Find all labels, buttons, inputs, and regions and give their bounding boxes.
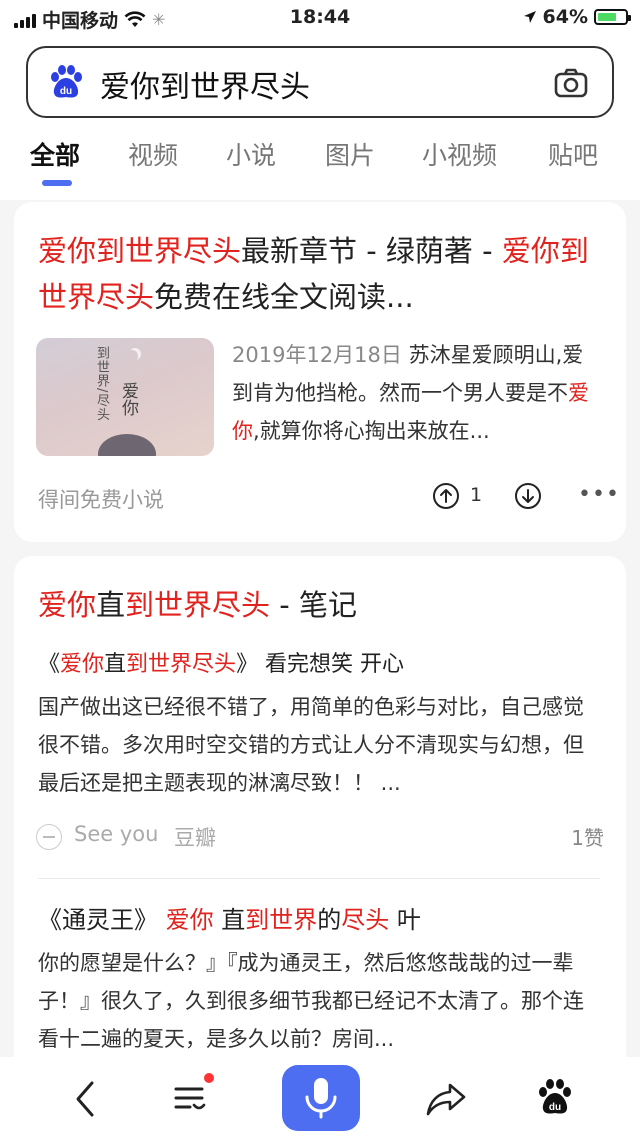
sub-text: 》 看完想笑 开心 — [236, 652, 405, 677]
search-header: du 爱你到世界尽头 全部 视频 小说 图片 小视频 贴吧 — [0, 36, 640, 200]
sub-highlight: 爱你 — [60, 652, 105, 677]
sub-text: 《 — [38, 652, 61, 677]
baidu-home-icon[interactable]: du — [536, 1077, 574, 1117]
result-date: 2019年12月18日 — [232, 343, 402, 367]
active-tab-indicator — [42, 180, 72, 186]
title-text: 直 — [96, 588, 126, 622]
menu-icon[interactable] — [170, 1079, 210, 1119]
title-text: 最新章节 - 绿荫著 - — [241, 234, 502, 268]
status-bar: 中国移动 ✳ 18:44 64% — [0, 0, 640, 36]
bottom-toolbar: du — [0, 1057, 640, 1139]
voice-search-button[interactable] — [282, 1065, 360, 1131]
cover-figure — [98, 434, 156, 456]
source-site[interactable]: 豆瓣 — [174, 822, 216, 852]
result-title[interactable]: 爱你到世界尽头最新章节 - 绿荫著 - 爱你到世界尽头免费在线全文阅读... — [38, 228, 598, 320]
title-text: - 笔记 — [270, 588, 357, 622]
notification-dot — [204, 1073, 214, 1083]
cover-text: 到世界/尽头 — [94, 346, 109, 422]
title-text: 的 — [317, 906, 342, 934]
search-input[interactable]: 爱你到世界尽头 — [100, 62, 310, 106]
snippet-text: ,就算你将心掏出来放在... — [253, 419, 490, 443]
tab-tieba[interactable]: 贴吧 — [548, 136, 598, 172]
thumbs-down-icon[interactable] — [514, 482, 542, 510]
like-count[interactable]: 1赞 — [571, 822, 604, 851]
share-icon[interactable] — [424, 1079, 468, 1119]
author-name[interactable]: See you — [74, 822, 158, 846]
back-icon[interactable] — [70, 1079, 100, 1119]
cover-text-large: 爱你 — [118, 382, 138, 416]
title-text: 《通灵王》 — [38, 906, 166, 934]
svg-text:du: du — [549, 1102, 561, 1113]
baidu-paw-icon[interactable]: du — [46, 62, 86, 102]
tab-video[interactable]: 视频 — [128, 136, 178, 172]
sub-highlight: 到世界尽头 — [126, 652, 237, 677]
title-highlight: 爱你 — [165, 906, 214, 934]
result-card-novel[interactable]: 爱你到世界尽头最新章节 - 绿荫著 - 爱你到世界尽头免费在线全文阅读... 到… — [14, 202, 626, 542]
title-text: 叶 — [389, 906, 421, 934]
sub-result-title[interactable]: 《通灵王》 爱你 直到世界的尽头 叶 — [38, 900, 421, 935]
tab-all[interactable]: 全部 — [30, 136, 80, 172]
tab-images[interactable]: 图片 — [325, 136, 375, 172]
mic-icon — [305, 1078, 337, 1119]
note-body: 国产做出这已经很不错了，用简单的色彩与对比，自己感觉很不错。多次用时空交错的方式… — [38, 695, 584, 795]
more-icon[interactable]: ••• — [578, 482, 620, 507]
battery-icon — [594, 9, 631, 25]
tab-novel[interactable]: 小说 — [226, 136, 276, 172]
upvote-count: 1 — [470, 484, 483, 506]
location-arrow-icon — [523, 11, 536, 23]
sub-result-body: 你的愿望是什么？』『成为通灵王，然后悠悠哉哉的过一辈子！』很久了，久到很多细节我… — [38, 951, 584, 1051]
svg-text:du: du — [60, 86, 72, 97]
title-text: 免费在线全文阅读... — [154, 280, 414, 314]
title-highlight: 爱你到世界尽头 — [38, 234, 242, 268]
status-right: 64% — [523, 6, 631, 28]
result-card-notes[interactable]: 爱你直到世界尽头 - 笔记 《爱你直到世界尽头》 看完想笑 开心 国产做出这已经… — [14, 556, 626, 1076]
moon-icon — [126, 350, 138, 362]
thumbs-up-icon[interactable] — [432, 482, 460, 510]
result-snippet: 2019年12月18日 苏沐星爱顾明山,爱到肯为他挡枪。然而一个男人要是不爱你,… — [232, 336, 604, 450]
battery-percent: 64% — [542, 6, 588, 28]
avatar[interactable] — [36, 824, 62, 850]
note-subtitle: 《爱你直到世界尽头》 看完想笑 开心 — [38, 646, 404, 678]
title-text: 直 — [213, 906, 246, 934]
title-highlight: 爱你 — [38, 588, 97, 622]
result-title[interactable]: 爱你直到世界尽头 - 笔记 — [38, 582, 357, 624]
result-source[interactable]: 得间免费小说 — [38, 484, 164, 514]
title-highlight: 尽头 — [341, 906, 390, 934]
title-highlight: 到世界 — [245, 906, 318, 934]
sub-text: 直 — [104, 652, 127, 677]
search-box[interactable]: du 爱你到世界尽头 — [26, 46, 614, 118]
camera-icon[interactable] — [552, 64, 590, 102]
book-cover-thumbnail[interactable]: 到世界/尽头 爱你 — [36, 338, 214, 456]
search-tabs: 全部 视频 小说 图片 小视频 贴吧 — [0, 136, 640, 176]
title-highlight: 到世界尽头 — [125, 588, 271, 622]
divider — [38, 878, 600, 879]
tab-short-video[interactable]: 小视频 — [422, 136, 497, 172]
